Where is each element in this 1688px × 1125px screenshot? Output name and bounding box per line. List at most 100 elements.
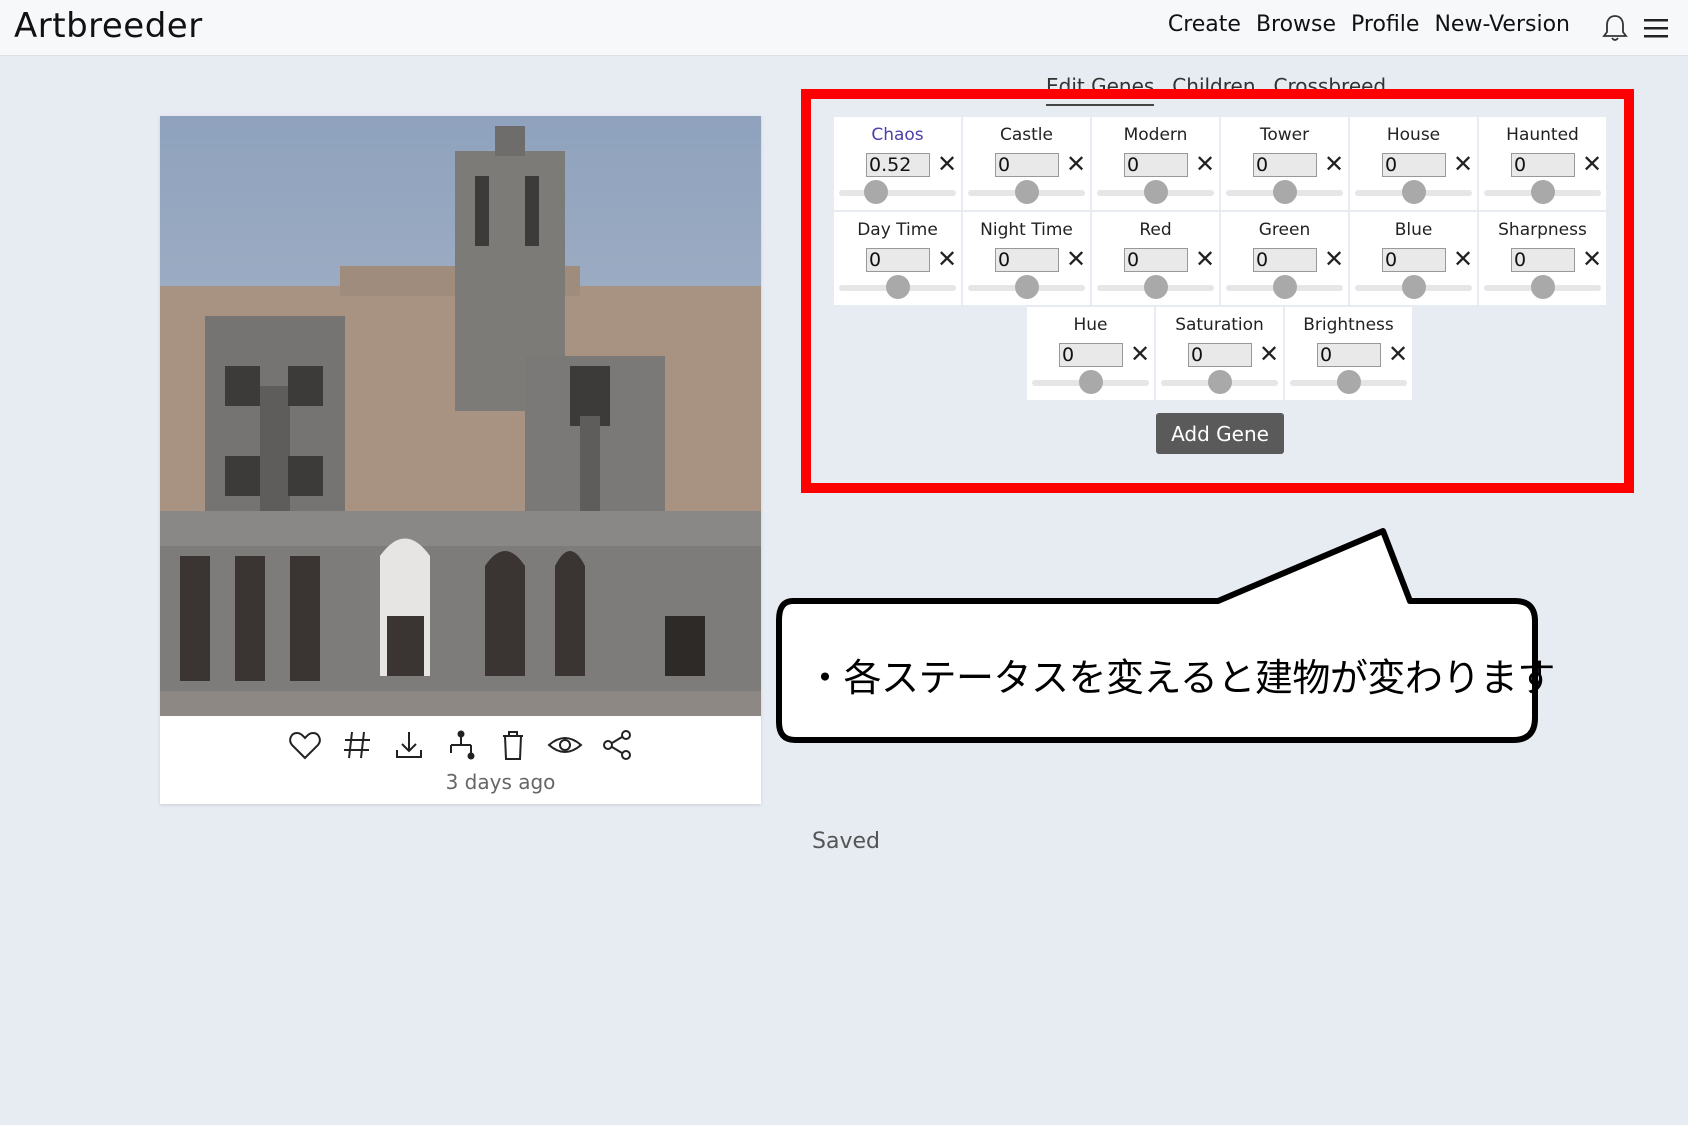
add-gene-button[interactable]: Add Gene xyxy=(1156,413,1284,454)
gene-slider-thumb[interactable] xyxy=(864,180,889,204)
gene-value-input[interactable] xyxy=(1124,248,1188,272)
gene-slider-thumb[interactable] xyxy=(1401,275,1426,299)
remove-gene-icon[interactable]: ✕ xyxy=(1579,151,1605,177)
image-card: 3 days ago xyxy=(160,116,761,804)
tab-crossbreed[interactable]: Crossbreed xyxy=(1274,74,1387,106)
heart-icon[interactable] xyxy=(286,726,324,764)
gene-night-time: Night Time ✕ xyxy=(963,212,1090,305)
remove-gene-icon[interactable]: ✕ xyxy=(934,246,960,272)
nav-browse[interactable]: Browse xyxy=(1256,12,1336,37)
gene-castle: Castle ✕ xyxy=(963,117,1090,210)
main-nav: Create Browse Profile New-Version xyxy=(1168,12,1570,37)
speech-bubble xyxy=(776,528,1538,743)
gene-slider-thumb[interactable] xyxy=(1143,180,1168,204)
gene-slider-thumb[interactable] xyxy=(1530,275,1555,299)
gene-slider-thumb[interactable] xyxy=(1078,370,1103,394)
gene-value-input[interactable] xyxy=(1317,343,1381,367)
gene-label: Haunted xyxy=(1506,125,1579,145)
lineage-icon[interactable] xyxy=(442,726,480,764)
trash-icon[interactable] xyxy=(494,726,532,764)
gene-value-input[interactable] xyxy=(1059,343,1123,367)
gene-value-input[interactable] xyxy=(995,248,1059,272)
editor-tabs: Edit Genes Children Crossbreed xyxy=(1046,74,1386,106)
remove-gene-icon[interactable]: ✕ xyxy=(1127,341,1153,367)
gene-tower: Tower ✕ xyxy=(1221,117,1348,210)
gene-red: Red ✕ xyxy=(1092,212,1219,305)
gene-slider-thumb[interactable] xyxy=(1207,370,1232,394)
remove-gene-icon[interactable]: ✕ xyxy=(1192,151,1218,177)
gene-saturation: Saturation ✕ xyxy=(1156,307,1283,400)
gene-label: Saturation xyxy=(1175,315,1264,335)
nav-create[interactable]: Create xyxy=(1168,12,1241,37)
gene-sharpness: Sharpness ✕ xyxy=(1479,212,1606,305)
bell-icon[interactable] xyxy=(1601,13,1629,43)
remove-gene-icon[interactable]: ✕ xyxy=(1256,341,1282,367)
remove-gene-icon[interactable]: ✕ xyxy=(934,151,960,177)
remove-gene-icon[interactable]: ✕ xyxy=(1450,246,1476,272)
gene-label: Brightness xyxy=(1303,315,1394,335)
gene-value-input[interactable] xyxy=(1253,248,1317,272)
gene-value-input[interactable] xyxy=(1124,153,1188,177)
gene-haunted: Haunted✕ xyxy=(1479,117,1606,210)
gene-slider-track[interactable] xyxy=(839,190,956,196)
artwork-image[interactable] xyxy=(160,116,761,716)
gene-value-input[interactable] xyxy=(1382,248,1446,272)
gene-slider-thumb[interactable] xyxy=(1014,180,1039,204)
gene-label: Castle xyxy=(1000,125,1053,145)
created-timestamp: 3 days ago xyxy=(445,770,556,794)
gene-value-input[interactable] xyxy=(866,248,930,272)
gene-label: Blue xyxy=(1394,220,1433,240)
gene-slider-thumb[interactable] xyxy=(1530,180,1555,204)
gene-hue: Hue ✕ xyxy=(1027,307,1154,400)
gene-value-input[interactable] xyxy=(1511,153,1575,177)
gene-label: Tower xyxy=(1259,125,1310,145)
gene-label: House xyxy=(1386,125,1441,145)
gene-value-input[interactable] xyxy=(1188,343,1252,367)
eye-icon[interactable] xyxy=(546,726,584,764)
gene-slider-thumb[interactable] xyxy=(1143,275,1168,299)
gene-value-input[interactable] xyxy=(866,153,930,177)
nav-profile[interactable]: Profile xyxy=(1351,12,1419,37)
remove-gene-icon[interactable]: ✕ xyxy=(1385,341,1411,367)
download-icon[interactable] xyxy=(390,726,428,764)
gene-slider-thumb[interactable] xyxy=(1272,275,1297,299)
save-status: Saved xyxy=(812,829,880,854)
gene-label: Green xyxy=(1258,220,1311,240)
share-icon[interactable] xyxy=(598,726,636,764)
gene-label: Day Time xyxy=(857,220,938,240)
gene-value-input[interactable] xyxy=(1511,248,1575,272)
gene-label: Chaos xyxy=(871,125,924,145)
gene-chaos: Chaos ✕ xyxy=(834,117,961,210)
annotation-text: ・各ステータスを変えると建物が変わります xyxy=(806,656,1555,700)
gene-slider-thumb[interactable] xyxy=(1014,275,1039,299)
gene-value-input[interactable] xyxy=(995,153,1059,177)
gene-label: Sharpness xyxy=(1498,220,1587,240)
remove-gene-icon[interactable]: ✕ xyxy=(1063,246,1089,272)
gene-slider-thumb[interactable] xyxy=(1401,180,1426,204)
gene-slider-thumb[interactable] xyxy=(885,275,910,299)
menu-icon[interactable] xyxy=(1643,16,1669,40)
gene-label: Night Time xyxy=(980,220,1073,240)
gene-green: Green ✕ xyxy=(1221,212,1348,305)
gene-value-input[interactable] xyxy=(1253,153,1317,177)
gene-label: Hue xyxy=(1073,315,1108,335)
tab-children[interactable]: Children xyxy=(1172,74,1255,106)
gene-slider-thumb[interactable] xyxy=(1336,370,1361,394)
gene-value-input[interactable] xyxy=(1382,153,1446,177)
hashtag-icon[interactable] xyxy=(338,726,376,764)
remove-gene-icon[interactable]: ✕ xyxy=(1321,151,1347,177)
remove-gene-icon[interactable]: ✕ xyxy=(1063,151,1089,177)
remove-gene-icon[interactable]: ✕ xyxy=(1450,151,1476,177)
top-bar: Artbreeder Create Browse Profile New-Ver… xyxy=(0,0,1688,56)
image-actions xyxy=(160,726,761,766)
gene-blue: Blue ✕ xyxy=(1350,212,1477,305)
gene-slider-thumb[interactable] xyxy=(1272,180,1297,204)
brand-logo[interactable]: Artbreeder xyxy=(14,6,203,46)
nav-new-version[interactable]: New-Version xyxy=(1434,12,1570,37)
remove-gene-icon[interactable]: ✕ xyxy=(1321,246,1347,272)
gene-modern: Modern✕ xyxy=(1092,117,1219,210)
remove-gene-icon[interactable]: ✕ xyxy=(1192,246,1218,272)
gene-label: Red xyxy=(1139,220,1172,240)
tab-edit-genes[interactable]: Edit Genes xyxy=(1046,74,1155,106)
remove-gene-icon[interactable]: ✕ xyxy=(1579,246,1605,272)
